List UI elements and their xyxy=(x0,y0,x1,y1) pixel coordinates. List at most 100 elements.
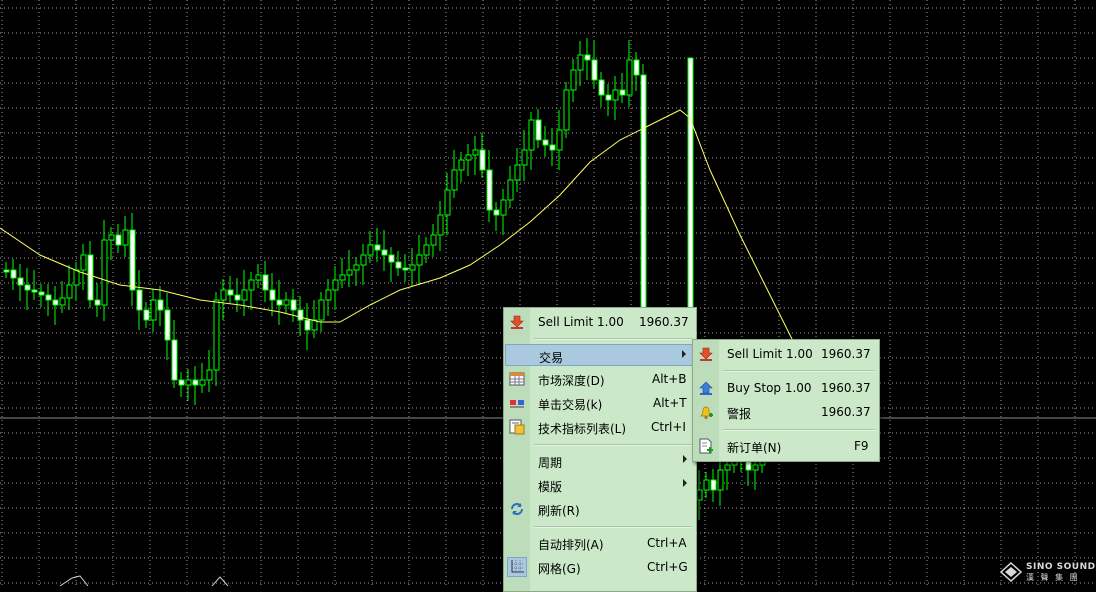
candle-body xyxy=(612,89,619,101)
candle-body xyxy=(346,269,353,276)
candle-body xyxy=(437,214,444,236)
menu-item-label: 市场深度(D) xyxy=(538,374,605,388)
watermark-line1: SINO SOUND xyxy=(1026,562,1096,572)
candle-body xyxy=(500,199,507,216)
menu-item-grid[interactable]: 网格(G) Ctrl+G xyxy=(505,556,695,578)
menu-item-one-click-trading[interactable]: 单击交易(k) Alt+T xyxy=(505,392,695,414)
candle-body xyxy=(241,289,248,301)
submenu-item-shortcut: F9 xyxy=(854,439,869,453)
candle-body xyxy=(570,69,577,91)
menu-separator xyxy=(534,444,692,446)
candle-body xyxy=(423,244,430,256)
menu-separator xyxy=(534,338,692,340)
candle-body xyxy=(283,299,290,306)
sino-sound-watermark: SINO SOUND 漢 聲 集 團 xyxy=(1000,562,1095,584)
candle-body xyxy=(402,267,409,271)
candle-body xyxy=(115,234,122,246)
candle-body xyxy=(465,154,472,161)
submenu-item-sell-limit[interactable]: Sell Limit 1.00 1960.37 xyxy=(694,343,878,365)
menu-separator xyxy=(723,429,875,431)
menu-item-market-depth[interactable]: 市场深度(D) Alt+B xyxy=(505,368,695,390)
menu-item-shortcut: Ctrl+I xyxy=(651,420,686,434)
candle-body xyxy=(633,59,640,76)
candle-body xyxy=(339,274,346,281)
menu-separator xyxy=(534,526,692,528)
candle-body xyxy=(353,264,360,271)
candle-body xyxy=(31,289,38,293)
submenu-item-label: 新订单(N) xyxy=(727,441,782,455)
submenu-item-label: Sell Limit 1.00 xyxy=(727,347,813,361)
candle-body xyxy=(458,159,465,171)
candle-body xyxy=(535,119,542,141)
candle-body xyxy=(129,229,136,291)
menu-item-refresh[interactable]: 刷新(R) xyxy=(505,498,695,520)
candle-body xyxy=(479,149,486,171)
candle-body xyxy=(136,289,143,311)
candle-body xyxy=(73,269,80,286)
candle-body xyxy=(157,299,164,311)
candle-body xyxy=(122,229,129,246)
candle-body xyxy=(94,299,101,306)
menu-item-shortcut: Alt+B xyxy=(652,372,687,386)
submenu-item-label: Buy Stop 1.00 xyxy=(727,381,812,395)
menu-item-period[interactable]: 周期 xyxy=(505,450,695,472)
candle-body xyxy=(703,479,710,491)
candle-body xyxy=(626,59,633,96)
candle-body xyxy=(227,289,234,296)
candle-body xyxy=(752,464,759,471)
menu-item-template[interactable]: 模版 xyxy=(505,474,695,496)
menu-item-label: 交易 xyxy=(539,351,564,365)
candle-body xyxy=(409,264,416,271)
candle-body xyxy=(521,149,528,166)
submenu-arrow-icon xyxy=(683,455,687,463)
menu-item-label: 单击交易(k) xyxy=(538,398,603,412)
sell-arrow-icon xyxy=(509,314,525,330)
menu-item-auto-arrange[interactable]: 自动排列(A) Ctrl+A xyxy=(505,532,695,554)
candle-body xyxy=(171,339,178,381)
submenu-arrow-icon xyxy=(683,479,687,487)
candle-body xyxy=(45,294,52,301)
submenu-item-buy-stop[interactable]: Buy Stop 1.00 1960.37 xyxy=(694,377,878,399)
menu-item-indicators-list[interactable]: 技术指标列表(L) Ctrl+I xyxy=(505,416,695,438)
candle-body xyxy=(262,274,269,291)
candle-body xyxy=(185,379,192,386)
candle-body xyxy=(563,89,570,131)
submenu-item-price: 1960.37 xyxy=(821,347,871,361)
submenu-item-new-order[interactable]: 新订单(N) F9 xyxy=(694,435,878,457)
candle-body xyxy=(367,244,374,256)
candle-body xyxy=(206,369,213,381)
candle-body xyxy=(80,254,87,271)
candle-body xyxy=(101,239,108,306)
candle-body xyxy=(178,379,185,386)
sell-limit-price: 1960.37 xyxy=(639,315,689,329)
candle-body xyxy=(248,279,255,291)
candle-body xyxy=(416,254,423,266)
candle-body xyxy=(598,79,605,96)
submenu-item-price: 1960.37 xyxy=(821,381,871,395)
candle-body xyxy=(514,164,521,181)
volume-indicator-line xyxy=(59,575,89,586)
menu-item-label: 周期 xyxy=(538,456,563,470)
candle-body xyxy=(199,379,206,386)
candle-body xyxy=(451,169,458,191)
menu-item-label: 模版 xyxy=(538,480,563,494)
submenu-arrow-icon xyxy=(682,350,686,358)
menu-item-trade[interactable]: 交易 xyxy=(505,344,695,366)
menu-item-label: 网格(G) xyxy=(538,562,581,576)
menu-item-sell-limit[interactable]: Sell Limit 1.00 1960.37 xyxy=(505,311,695,333)
candle-body xyxy=(619,89,626,96)
menu-item-label: 刷新(R) xyxy=(538,504,580,518)
candle-body xyxy=(255,274,262,281)
candle-body xyxy=(395,261,402,269)
submenu-item-alert[interactable]: 警报 1960.37 xyxy=(694,401,878,423)
candle-body xyxy=(591,59,598,81)
candle-body xyxy=(332,279,339,291)
candle-body xyxy=(108,234,115,241)
candle-body xyxy=(472,149,479,156)
grid-icon xyxy=(507,557,527,577)
candle-body xyxy=(52,299,59,306)
candle-body xyxy=(528,119,535,151)
candle-body xyxy=(290,299,297,311)
candle-body xyxy=(220,289,227,301)
candle-body xyxy=(234,294,241,301)
